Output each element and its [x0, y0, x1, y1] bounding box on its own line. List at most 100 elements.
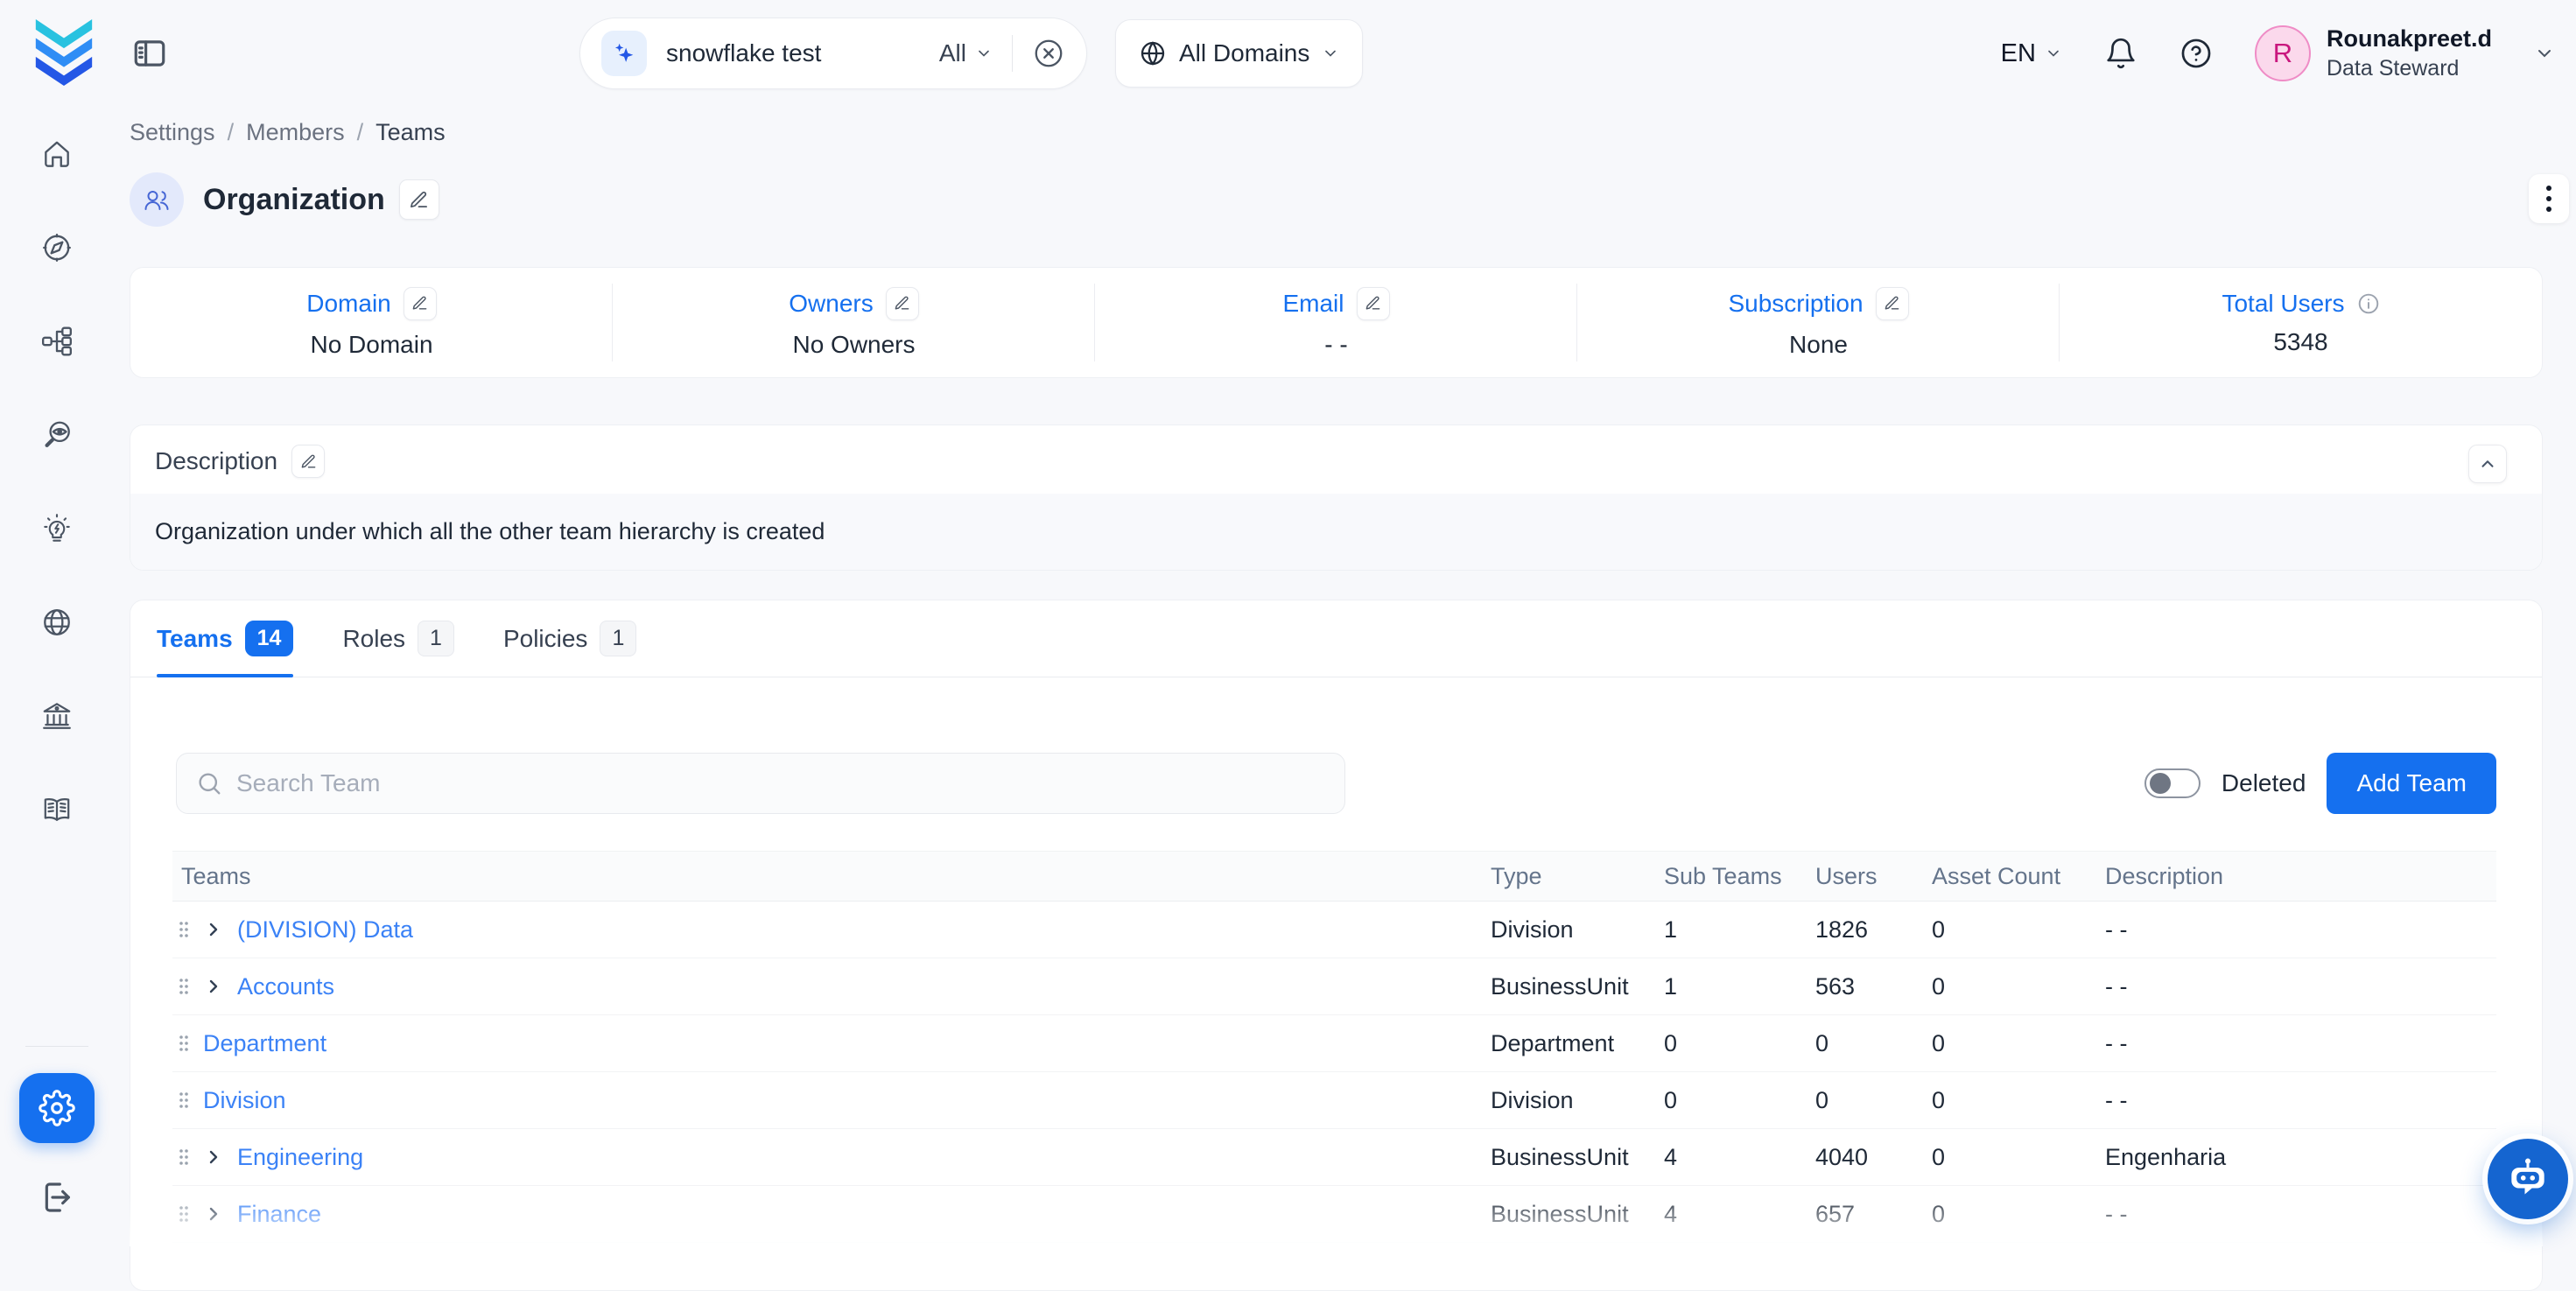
table-header: Teams Type Sub Teams Users Asset Count D…	[172, 851, 2496, 902]
edit-owners-button[interactable]	[886, 287, 919, 320]
pencil-icon	[1365, 295, 1381, 312]
team-asset-count: 0	[1932, 973, 2105, 1000]
team-name-link[interactable]: Finance	[237, 1201, 321, 1228]
language-dropdown[interactable]: EN	[2001, 39, 2062, 68]
more-actions-kebab-icon[interactable]	[2529, 174, 2569, 223]
lineage-flow-icon[interactable]	[29, 313, 85, 369]
edit-description-button[interactable]	[291, 445, 325, 478]
drag-handle-icon[interactable]	[178, 1147, 190, 1167]
domains-dropdown[interactable]: All Domains	[1115, 19, 1363, 88]
logout-icon[interactable]	[39, 1173, 74, 1222]
user-menu[interactable]: R Rounakpreet.d Data Steward	[2255, 24, 2492, 83]
edit-title-button[interactable]	[399, 179, 439, 220]
chevron-right-icon[interactable]	[203, 1203, 224, 1224]
chevron-right-icon[interactable]	[203, 976, 224, 997]
ai-sparkle-icon	[601, 31, 647, 76]
chat-assistant-button[interactable]	[2488, 1139, 2568, 1219]
collapse-description-button[interactable]	[2468, 445, 2507, 483]
breadcrumb: Settings / Members / Teams	[130, 119, 2543, 146]
description-card: Description Organization under which all…	[130, 424, 2543, 571]
deleted-toggle[interactable]	[2144, 768, 2200, 798]
tab-roles[interactable]: Roles 1	[342, 600, 454, 677]
drag-handle-icon[interactable]	[178, 1204, 190, 1224]
tab-teams[interactable]: Teams 14	[157, 600, 293, 677]
team-type: Division	[1491, 1087, 1664, 1114]
edit-domain-button[interactable]	[404, 287, 437, 320]
chevron-right-icon[interactable]	[203, 1147, 224, 1168]
team-sub-teams: 4	[1664, 1201, 1815, 1228]
clear-search-icon[interactable]	[1032, 37, 1065, 70]
team-description: - -	[2105, 1030, 2496, 1057]
team-description: Engenharia	[2105, 1144, 2496, 1171]
teams-count-badge: 14	[245, 621, 294, 656]
explore-compass-icon[interactable]	[29, 220, 85, 276]
global-search-bar[interactable]: All	[579, 18, 1087, 89]
chevron-down-icon	[975, 45, 993, 62]
chevron-down-icon	[2045, 45, 2062, 62]
owners-label: Owners	[789, 290, 873, 318]
drag-handle-icon[interactable]	[178, 1034, 190, 1053]
team-name-link[interactable]: Division	[203, 1087, 286, 1114]
help-icon[interactable]	[2179, 37, 2213, 70]
chevron-right-icon[interactable]	[203, 919, 224, 940]
table-row: Division Division 0 0 0 - -	[172, 1072, 2496, 1129]
team-sub-teams: 1	[1664, 973, 1815, 1000]
drag-handle-icon[interactable]	[178, 920, 190, 939]
description-text: Organization under which all the other t…	[130, 494, 2542, 570]
team-type: Division	[1491, 916, 1664, 944]
app-logo-icon[interactable]	[35, 19, 93, 88]
chevron-down-icon[interactable]	[2534, 43, 2555, 64]
sidebar-toggle-icon[interactable]	[131, 35, 168, 72]
col-sub-teams: Sub Teams	[1664, 863, 1815, 890]
edit-subscription-button[interactable]	[1876, 287, 1909, 320]
total-users-label: Total Users	[2222, 290, 2344, 318]
insights-bulb-icon[interactable]	[29, 501, 85, 557]
deleted-toggle-label: Deleted	[2222, 769, 2306, 797]
summary-total-users: Total Users 5348	[2060, 268, 2542, 377]
global-search-input[interactable]	[666, 39, 939, 67]
team-name-link[interactable]: Accounts	[237, 973, 334, 1000]
drag-handle-icon[interactable]	[178, 977, 190, 996]
edit-email-button[interactable]	[1357, 287, 1390, 320]
table-row: Accounts BusinessUnit 1 563 0 - -	[172, 958, 2496, 1015]
domain-label: Domain	[306, 290, 390, 318]
team-asset-count: 0	[1932, 916, 2105, 944]
team-icon	[141, 184, 172, 215]
divider	[1012, 35, 1013, 72]
summary-email: Email - -	[1095, 268, 1577, 377]
team-name-link[interactable]: Department	[203, 1030, 326, 1057]
team-asset-count: 0	[1932, 1201, 2105, 1228]
col-asset-count: Asset Count	[1932, 863, 2105, 890]
team-sub-teams: 1	[1664, 916, 1815, 944]
add-team-button[interactable]: Add Team	[2327, 753, 2496, 814]
col-description: Description	[2105, 863, 2496, 890]
glossary-book-icon[interactable]	[29, 782, 85, 838]
user-role: Data Steward	[2327, 54, 2492, 83]
drag-handle-icon[interactable]	[178, 1091, 190, 1110]
summary-card: Domain No Domain Owners No Owners Email	[130, 267, 2543, 378]
govern-bank-icon[interactable]	[29, 688, 85, 744]
team-name-link[interactable]: Engineering	[237, 1144, 363, 1171]
settings-gear-icon[interactable]	[19, 1073, 95, 1143]
search-scope-dropdown[interactable]: All	[939, 39, 993, 67]
team-name-link[interactable]: (DIVISION) Data	[237, 916, 413, 944]
domains-globe-icon[interactable]	[29, 594, 85, 650]
robot-icon	[2503, 1154, 2552, 1203]
breadcrumb-members[interactable]: Members	[246, 119, 345, 146]
team-search-box[interactable]	[176, 753, 1345, 814]
summary-subscription: Subscription None	[1577, 268, 2060, 377]
top-bar: All All Domains EN	[0, 0, 2576, 107]
pencil-icon	[409, 190, 429, 210]
team-search-input[interactable]	[236, 769, 1325, 797]
team-description: - -	[2105, 1087, 2496, 1114]
pencil-icon	[894, 295, 910, 312]
table-row: (DIVISION) Data Division 1 1826 0 - -	[172, 902, 2496, 958]
summary-owners: Owners No Owners	[613, 268, 1095, 377]
breadcrumb-settings[interactable]: Settings	[130, 119, 215, 146]
avatar: R	[2255, 25, 2311, 81]
observability-search-eye-icon[interactable]	[29, 407, 85, 463]
summary-domain: Domain No Domain	[130, 268, 613, 377]
notifications-bell-icon[interactable]	[2104, 37, 2137, 70]
home-icon[interactable]	[29, 126, 85, 182]
tab-policies[interactable]: Policies 1	[503, 600, 636, 677]
